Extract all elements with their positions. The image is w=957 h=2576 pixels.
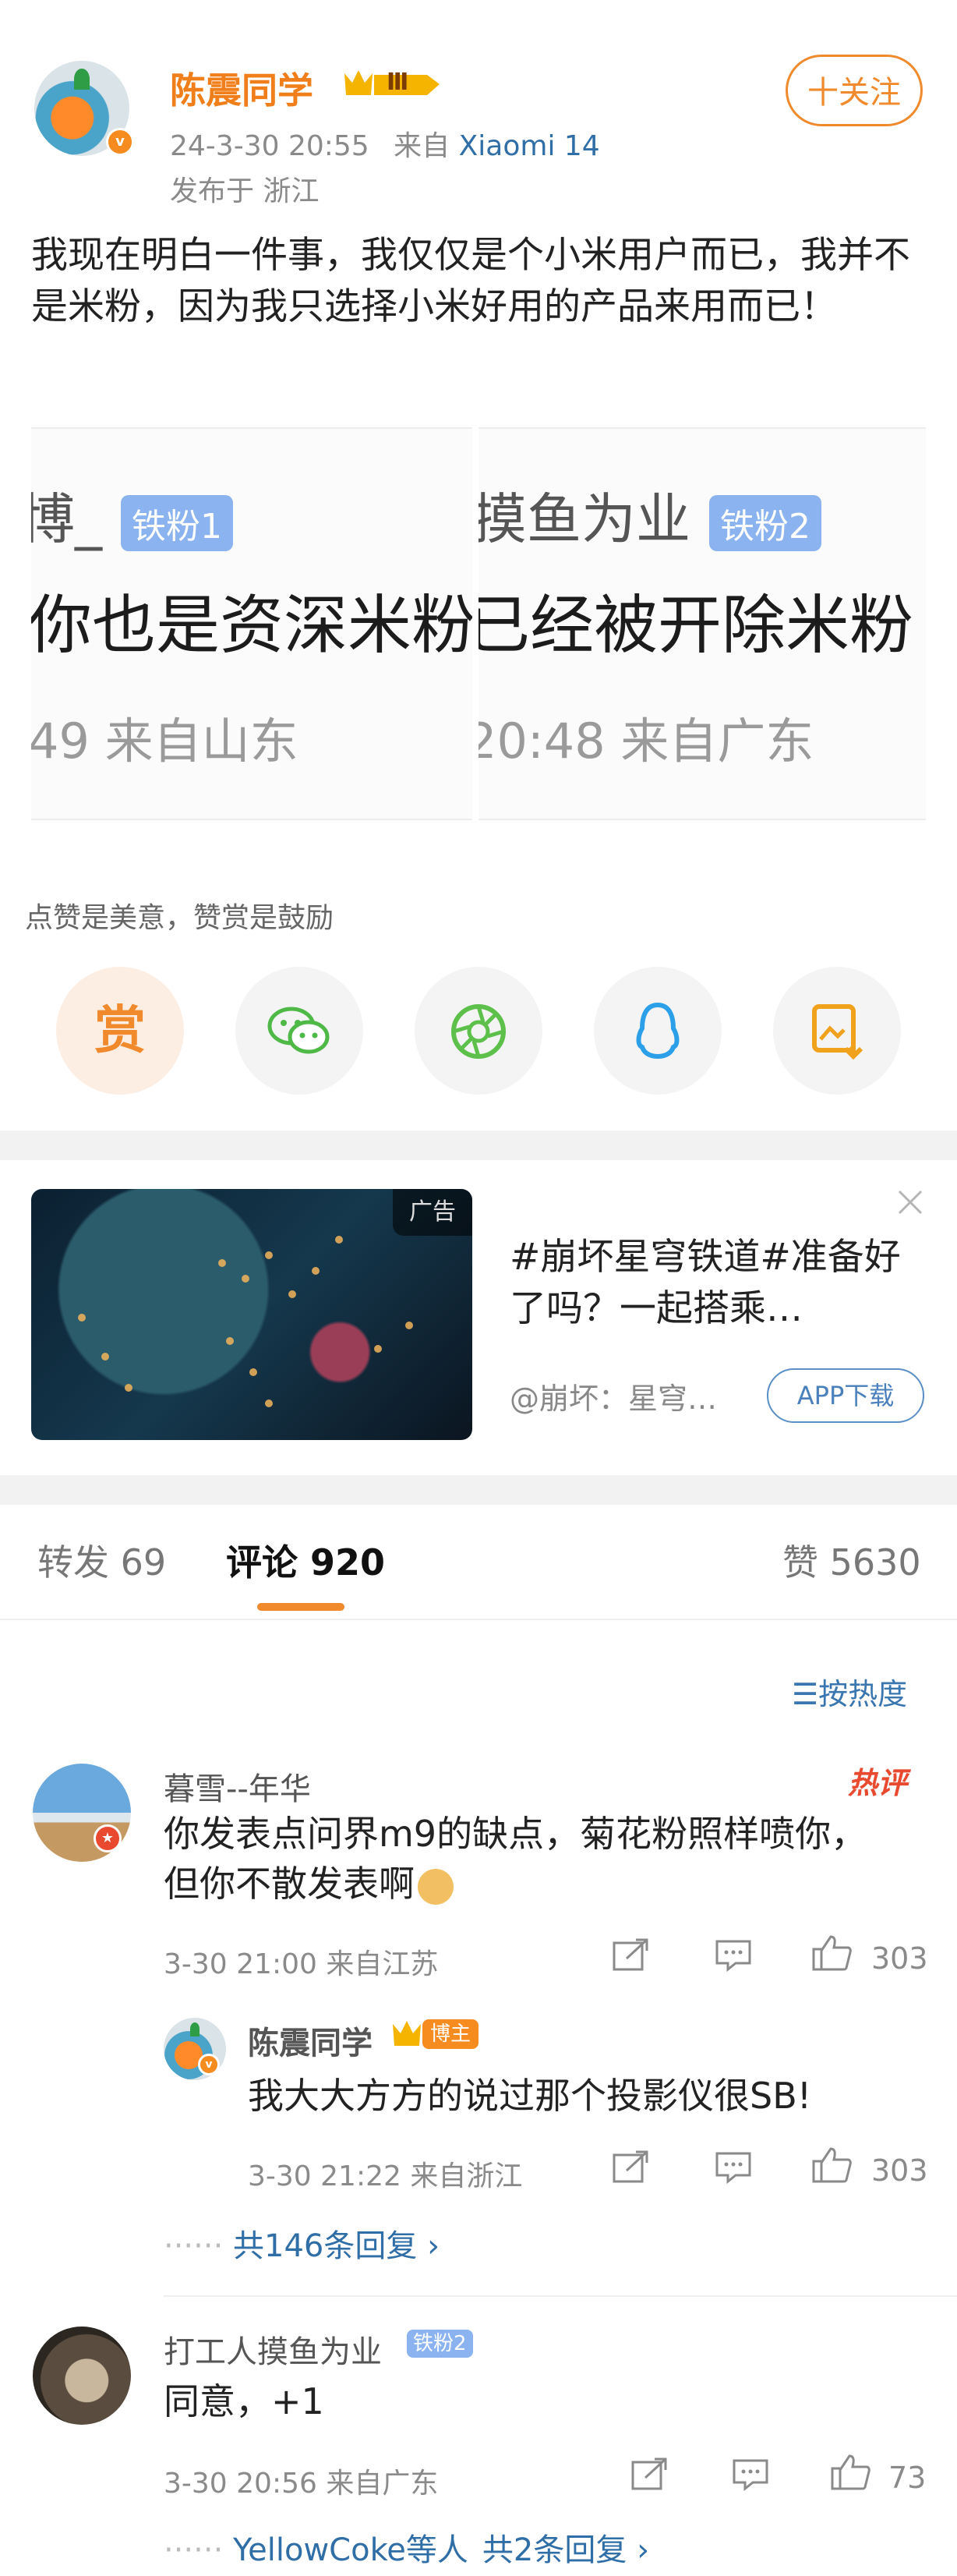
- reward-icon: 赏: [94, 1000, 146, 1060]
- commenter-name[interactable]: 暮雪--年华: [164, 1764, 311, 1809]
- ad-image[interactable]: 广告: [31, 1189, 472, 1440]
- close-ad-icon[interactable]: [895, 1187, 926, 1218]
- comment-text: 同意，+1: [164, 2380, 324, 2422]
- commenter-name[interactable]: 打工人摸鱼为业: [164, 2327, 382, 2372]
- fan-badge: 铁粉2: [709, 494, 821, 551]
- ad-label: 广告: [393, 1189, 472, 1236]
- reply-text: 我大大方方的说过那个投影仪很SB!: [248, 2075, 812, 2117]
- post-image-1[interactable]: 博_铁粉1 你也是资深米粉 49 来自山东: [31, 427, 472, 820]
- verified-icon: v: [198, 2054, 220, 2075]
- fan-level-badge: 铁粉2: [407, 2330, 473, 2358]
- share-moments-button[interactable]: [415, 967, 542, 1095]
- post-meta: 24-3-30 20:55 来自 Xiaomi 14: [170, 123, 600, 164]
- view-replies-link[interactable]: ······ 共146条回复 ›: [164, 2220, 440, 2266]
- reply-comment-icon[interactable]: [731, 2456, 770, 2500]
- tab-likes[interactable]: 赞 5630: [782, 1534, 921, 1586]
- from-label: 来自: [394, 130, 450, 162]
- wechat-icon: [267, 1007, 330, 1053]
- tab-comments[interactable]: 评论 920: [226, 1534, 385, 1586]
- device-link[interactable]: Xiaomi 14: [459, 130, 600, 162]
- reply-reply-icon[interactable]: [714, 2149, 753, 2192]
- ad-title[interactable]: #崩坏星穹铁道#准备好了吗？一起搭乘…: [510, 1232, 923, 1335]
- post-location: 发布于 浙江: [170, 175, 320, 207]
- crown-level-badge: Ⅲ: [341, 65, 443, 104]
- tab-repost[interactable]: 转发 69: [37, 1534, 166, 1586]
- share-qq-button[interactable]: [594, 967, 722, 1095]
- like-reply-icon[interactable]: [810, 2146, 853, 2192]
- reply-author-name[interactable]: 陈震同学: [248, 2018, 373, 2063]
- follow-button[interactable]: 十关注: [786, 55, 923, 126]
- reward-tip: 点赞是美意，赞赏是鼓励: [25, 902, 334, 934]
- reply-comment-icon[interactable]: [714, 1937, 753, 1980]
- post-text: 我现在明白一件事，我仅仅是个小米用户而已，我并不是米粉，因为我只选择小米好用的产…: [31, 234, 910, 328]
- post-card: v 陈震同学 Ⅲ 十关注 24-3-30 20:55 来自 Xiaomi 14 …: [0, 0, 957, 1131]
- like-comment-icon[interactable]: [829, 2453, 871, 2500]
- share-reply-icon[interactable]: [611, 2149, 650, 2192]
- author-host-badge: 博主: [422, 2019, 479, 2049]
- hot-comment-badge: 热评: [848, 1766, 908, 1800]
- doge-emoji-icon: [418, 1868, 454, 1905]
- post-date: 24-3-30 20:55: [170, 130, 369, 162]
- like-comment-icon[interactable]: [810, 1934, 853, 1980]
- reward-button[interactable]: 赏: [56, 967, 184, 1095]
- view-replies-link[interactable]: ······ YellowCoke等人 共2条回复 ›: [164, 2525, 649, 2570]
- reply-meta: 3-30 21:22 来自浙江: [248, 2160, 523, 2192]
- share-wechat-button[interactable]: [235, 967, 363, 1095]
- member-icon: ★: [94, 1824, 122, 1852]
- save-image-icon: [812, 1003, 863, 1060]
- crown-icon: [393, 2021, 421, 2046]
- app-download-button[interactable]: APP下载: [767, 1368, 924, 1423]
- comment-like-count: 303: [871, 1941, 928, 1976]
- save-image-button[interactable]: [773, 967, 901, 1095]
- moments-icon: [451, 1003, 506, 1059]
- post-image-2[interactable]: 摸鱼为业 铁粉2 已经被开除米粉 20:48 来自广东: [478, 427, 926, 820]
- share-comment-icon[interactable]: [630, 2456, 669, 2500]
- fan-badge: 铁粉1: [121, 494, 233, 551]
- share-comment-icon[interactable]: [611, 1937, 650, 1980]
- comment-meta: 3-30 20:56 来自广东: [164, 2468, 439, 2500]
- qq-icon: [636, 1002, 680, 1059]
- verified-icon: v: [106, 128, 134, 156]
- active-tab-indicator: [257, 1603, 344, 1611]
- comment-meta: 3-30 21:00 来自江苏: [164, 1948, 439, 1980]
- commenter-avatar[interactable]: [33, 2327, 131, 2425]
- sort-button[interactable]: ☰按热度: [792, 1670, 907, 1713]
- ad-source: @崩坏：星穹…: [510, 1382, 718, 1416]
- comment-text: 你发表点问界m9的缺点，菊花粉照样喷你，但你不散发表啊: [164, 1813, 867, 1905]
- author-name[interactable]: 陈震同学: [170, 62, 313, 114]
- reply-like-count: 303: [871, 2153, 928, 2188]
- sort-icon: ☰: [792, 1677, 819, 1711]
- comment-like-count: 73: [888, 2461, 927, 2495]
